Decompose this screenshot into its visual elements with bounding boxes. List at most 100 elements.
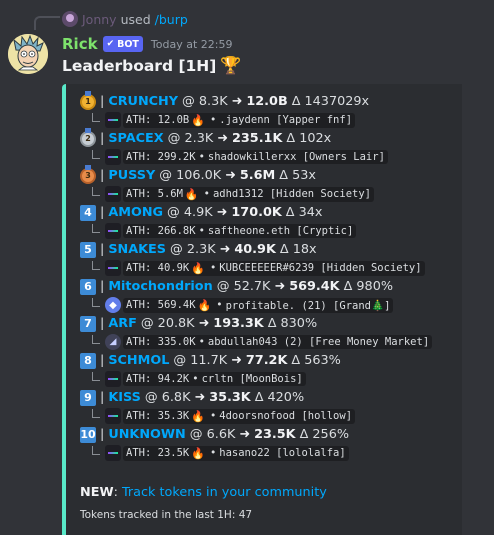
separator: | bbox=[100, 94, 105, 109]
ath-label: ATH: bbox=[126, 373, 152, 385]
separator: | bbox=[100, 353, 105, 368]
separator: | bbox=[100, 168, 105, 183]
entry-ath-code: ATH: 5.6M 🔥 • adhd1312 [Hidden Society] bbox=[123, 186, 374, 202]
solana-icon bbox=[105, 371, 121, 387]
author-name[interactable]: Rick bbox=[62, 35, 98, 53]
token-name-link[interactable]: SCHMOL bbox=[108, 353, 169, 368]
rick-avatar-icon bbox=[8, 34, 48, 74]
token-name-link[interactable]: KISS bbox=[108, 390, 141, 405]
entry-ath-code: ATH: 23.5K 🔥 • hasano22 [lololalfa] bbox=[123, 445, 349, 461]
leaderboard-embed: 1 | CRUNCHY @ 8.3K ➜ 12.0B Δ 1437029x AT… bbox=[62, 84, 462, 535]
entry-sub-line: ATH: 23.5K 🔥 • hasano22 [lololalfa] bbox=[80, 444, 462, 462]
entry-current-mcap: 170.0K bbox=[231, 205, 282, 220]
caller-name: 4doorsnofood [hollow] bbox=[219, 410, 353, 422]
token-name-link[interactable]: AMONG bbox=[108, 205, 163, 220]
reply-username[interactable]: Jonny bbox=[82, 12, 117, 27]
solana-icon bbox=[105, 112, 121, 128]
caller-name: saftheone.eth [Cryptic] bbox=[207, 225, 354, 237]
verified-check-icon: ✔ bbox=[106, 39, 115, 49]
solana-icon bbox=[105, 260, 121, 276]
reply-connector bbox=[34, 16, 60, 30]
message-timestamp[interactable]: Today at 22:59 bbox=[151, 38, 233, 51]
base-chain-icon: ◢ bbox=[105, 334, 121, 350]
ath-label: ATH: bbox=[126, 447, 152, 459]
reply-arrow-icon bbox=[92, 186, 100, 196]
entry-sub-line: ATH: 12.0B 🔥 • .jaydenn [Yapper fnf] bbox=[80, 111, 462, 129]
entry-ath-code: ATH: 35.3K 🔥 • 4doorsnofood [hollow] bbox=[123, 408, 356, 424]
ath-value: 569.4K bbox=[157, 299, 196, 311]
entry-main-line: 3 | PUSSY @ 106.0K ➜ 5.6M Δ 53x bbox=[80, 164, 462, 185]
token-name-link[interactable]: Mitochondrion bbox=[108, 279, 212, 294]
entry-current-mcap: 35.3K bbox=[209, 390, 251, 405]
rank-number-icon: 10 bbox=[80, 426, 96, 443]
token-name-link[interactable]: UNKNOWN bbox=[108, 427, 185, 442]
leaderboard-entry: 3 | PUSSY @ 106.0K ➜ 5.6M Δ 53x ATH: 5.6… bbox=[80, 164, 462, 203]
new-label: NEW bbox=[80, 485, 114, 500]
entry-delta: Δ 34x bbox=[285, 205, 323, 220]
entry-start-mcap: @ 52.7K bbox=[216, 279, 271, 294]
footer-new-line: NEW: Track tokens in your community bbox=[80, 485, 327, 500]
separator: | bbox=[100, 205, 105, 220]
entry-current-mcap: 569.4K bbox=[289, 279, 340, 294]
entry-delta: Δ 1437029x bbox=[291, 94, 370, 109]
entry-start-mcap: @ 8.3K bbox=[182, 94, 228, 109]
rank-number-icon: 5 bbox=[80, 241, 96, 258]
reply-arrow-icon bbox=[92, 112, 100, 122]
fire-icon: 🔥 bbox=[184, 187, 199, 201]
token-name-link[interactable]: SNAKES bbox=[108, 242, 166, 257]
entry-current-mcap: 23.5K bbox=[254, 427, 296, 442]
ath-value: 299.2K bbox=[157, 151, 196, 163]
entry-current-mcap: 5.6M bbox=[239, 168, 276, 183]
entry-start-mcap: @ 2.3K bbox=[170, 242, 216, 257]
separator: | bbox=[100, 427, 105, 442]
fire-icon: 🔥 bbox=[191, 113, 205, 127]
entry-main-line: 4 | AMONG @ 4.9K ➜ 170.0K Δ 34x bbox=[80, 203, 462, 222]
ath-label: ATH: bbox=[126, 336, 152, 348]
reply-arrow-icon bbox=[92, 408, 100, 418]
reply-avatar[interactable] bbox=[62, 11, 78, 27]
entry-ath-code: ATH: 40.9K 🔥 • KUBCEEEEER#6239 [Hidden S… bbox=[123, 260, 425, 276]
entry-start-mcap: @ 2.3K bbox=[167, 131, 214, 146]
leaderboard-entry: 5 | SNAKES @ 2.3K ➜ 40.9K Δ 18x ATH: 40.… bbox=[80, 240, 462, 277]
entry-sub-line: ATH: 266.8K • saftheone.eth [Cryptic] bbox=[80, 222, 462, 240]
separator: | bbox=[100, 316, 105, 331]
entry-sub-line: ATH: 299.2K • shadowkillerxx [Owners Lai… bbox=[80, 148, 462, 166]
entry-delta: Δ 18x bbox=[279, 242, 317, 257]
bot-tag: ✔ BOT bbox=[102, 36, 143, 52]
reply-arrow-icon bbox=[92, 260, 100, 270]
token-name-link[interactable]: SPACEX bbox=[108, 131, 163, 146]
ath-label: ATH: bbox=[126, 151, 152, 163]
leaderboard-entry: 2 | SPACEX @ 2.3K ➜ 235.1K Δ 102x ATH: 2… bbox=[80, 127, 462, 166]
entry-ath-code: ATH: 94.2K • crltn [MoonBois] bbox=[123, 372, 306, 386]
token-name-link[interactable]: ARF bbox=[108, 316, 137, 331]
dot-separator: • bbox=[198, 225, 205, 237]
author-avatar[interactable] bbox=[8, 34, 48, 74]
ath-value: 5.6M bbox=[157, 188, 183, 200]
gold-medal-icon: 1 bbox=[80, 90, 96, 110]
ath-label: ATH: bbox=[126, 225, 152, 237]
track-tokens-link[interactable]: Track tokens in your community bbox=[122, 485, 327, 500]
reply-used-text: used bbox=[120, 11, 151, 27]
entry-start-mcap: @ 11.7K bbox=[173, 353, 228, 368]
caller-name: shadowkillerxx [Owners Lair] bbox=[207, 151, 385, 163]
dot-separator: • bbox=[209, 447, 217, 459]
tokens-tracked-text: Tokens tracked in the last 1H: 47 bbox=[80, 509, 253, 521]
arrow-right-icon: ➜ bbox=[219, 242, 231, 257]
entry-delta: Δ 980% bbox=[343, 279, 394, 294]
solana-icon bbox=[105, 186, 121, 202]
reply-reference[interactable]: Jonny used /burp bbox=[62, 10, 188, 28]
reply-arrow-icon bbox=[92, 371, 100, 381]
ath-value: 335.0K bbox=[157, 336, 196, 348]
entry-main-line: 10 | UNKNOWN @ 6.6K ➜ 23.5K Δ 256% bbox=[80, 425, 462, 444]
token-name-link[interactable]: PUSSY bbox=[108, 168, 155, 183]
entry-current-mcap: 193.3K bbox=[213, 316, 264, 331]
entry-current-mcap: 40.9K bbox=[234, 242, 276, 257]
rank-number-icon: 8 bbox=[80, 352, 96, 369]
token-name-link[interactable]: CRUNCHY bbox=[108, 94, 178, 109]
arrow-right-icon: ➜ bbox=[274, 279, 286, 294]
reply-command[interactable]: /burp bbox=[155, 12, 188, 27]
reply-arrow-icon bbox=[92, 297, 100, 307]
entry-main-line: 7 | ARF @ 20.8K ➜ 193.3K Δ 830% bbox=[80, 314, 462, 333]
message-title: Leaderboard [1H] 🏆 bbox=[62, 54, 242, 78]
ath-label: ATH: bbox=[126, 262, 152, 274]
